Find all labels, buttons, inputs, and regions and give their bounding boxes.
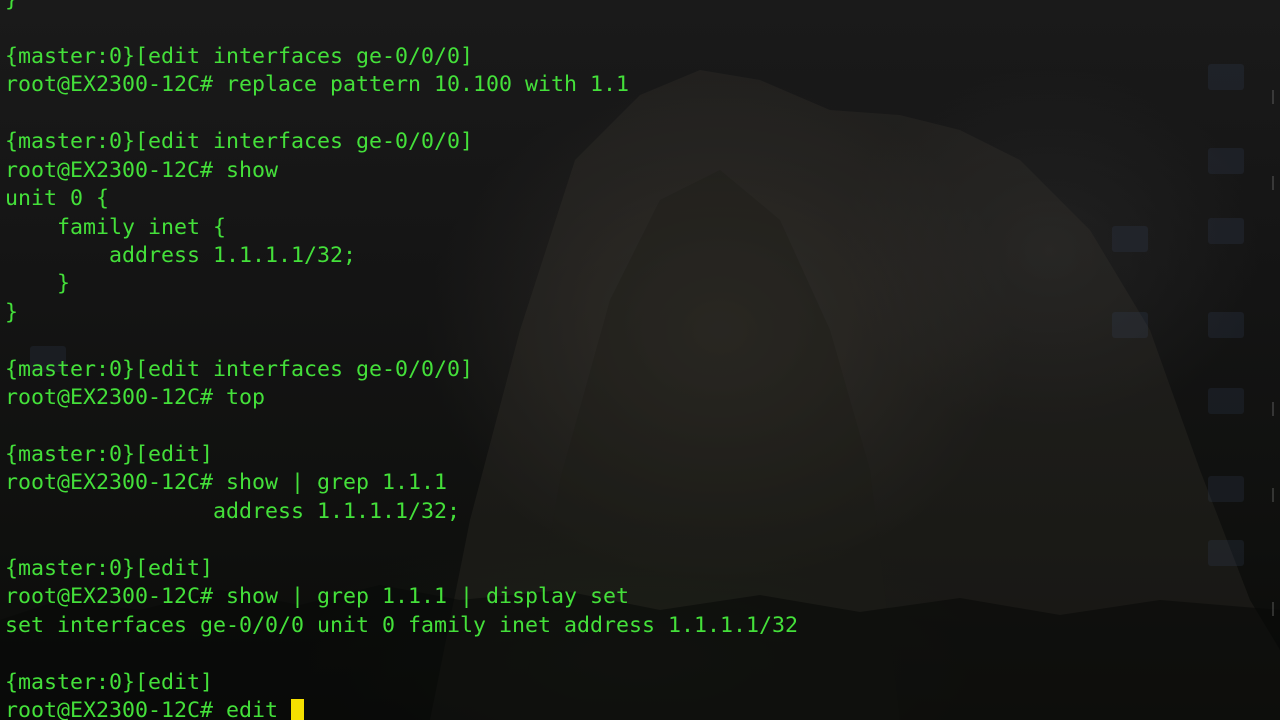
- terminal-window[interactable]: } {master:0}[edit interfaces ge-0/0/0] r…: [0, 0, 1280, 720]
- terminal-line: root@EX2300-12C# replace pattern 10.100 …: [5, 72, 630, 98]
- terminal-line: set interfaces ge-0/0/0 unit 0 family in…: [5, 612, 799, 638]
- terminal-line: root@EX2300-12C# top: [5, 385, 266, 411]
- terminal-line: }: [5, 299, 19, 325]
- terminal-line: address 1.1.1.1/32;: [5, 498, 461, 524]
- terminal-line: unit 0 {: [5, 186, 110, 212]
- terminal-line: family inet {: [5, 214, 227, 240]
- terminal-line: }: [0, 0, 1280, 14]
- terminal-line: {master:0}[edit]: [5, 442, 214, 467]
- terminal-line: root@EX2300-12C# show | grep 1.1.1: [5, 470, 448, 496]
- terminal-output[interactable]: } {master:0}[edit interfaces ge-0/0/0] r…: [0, 0, 1280, 720]
- terminal-line: {master:0}[edit]: [5, 669, 214, 695]
- terminal-prompt-line[interactable]: root@EX2300-12C# edit: [0, 697, 1280, 720]
- terminal-line: {master:0}[edit interfaces ge-0/0/0]: [5, 43, 474, 69]
- text-cursor: [291, 698, 305, 720]
- terminal-line: {master:0}[edit interfaces ge-0/0/0]: [5, 129, 474, 155]
- terminal-line: {master:0}[edit]: [5, 555, 214, 581]
- terminal-line: root@EX2300-12C# show: [5, 157, 279, 183]
- command-input[interactable]: root@EX2300-12C# edit: [5, 698, 278, 720]
- terminal-line: {master:0}[edit interfaces ge-0/0/0]: [5, 356, 474, 382]
- terminal-line: address 1.1.1.1/32;: [5, 242, 357, 268]
- terminal-line: root@EX2300-12C# show | grep 1.1.1 | dis…: [5, 584, 630, 610]
- terminal-line: }: [5, 271, 71, 297]
